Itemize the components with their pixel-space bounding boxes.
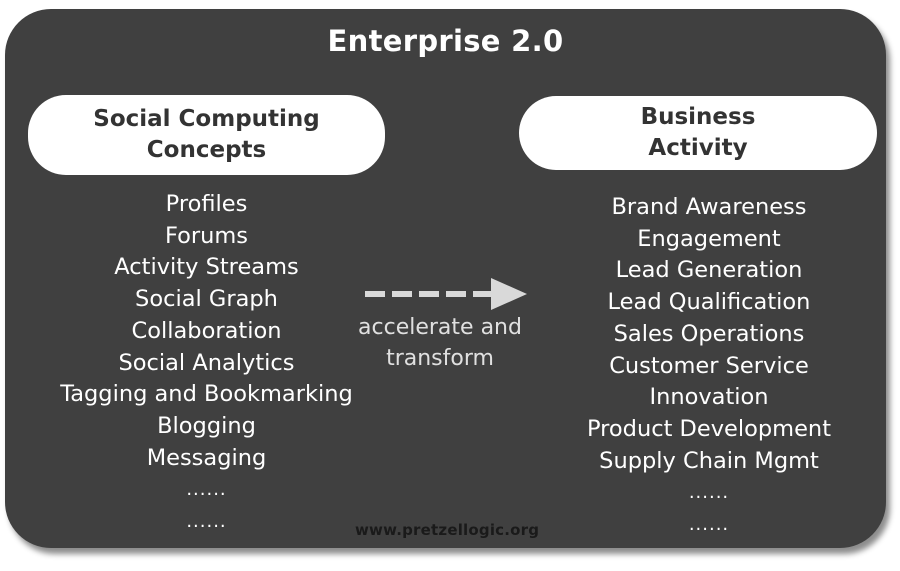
connector-label-line: accelerate and — [358, 315, 522, 340]
heading-line: Concepts — [146, 137, 267, 163]
concept-item: Forums — [164, 222, 249, 249]
activity-item: Supply Chain Mgmt — [599, 447, 819, 474]
social-computing-concepts-list: Profiles Forums Activity Streams Social … — [28, 189, 385, 538]
heading-line: Social Computing — [93, 106, 320, 132]
connector-label: accelerate and transform — [335, 312, 545, 374]
business-activity-list: Brand Awareness Engagement Lead Generati… — [519, 192, 899, 541]
diagram-title: Enterprise 2.0 — [327, 24, 564, 58]
heading-line: Business — [640, 104, 756, 130]
activity-item: Innovation — [649, 384, 769, 411]
arrow-dash — [446, 291, 466, 297]
ellipsis-item: ...... — [186, 511, 227, 533]
activity-item: Brand Awareness — [611, 194, 807, 220]
activity-item: Lead Generation — [615, 257, 803, 284]
arrow-dash — [365, 291, 385, 297]
enterprise-panel: Enterprise 2.0 Social Computing Concepts… — [5, 9, 886, 548]
concept-item: Messaging — [146, 444, 267, 471]
activity-item: Product Development — [586, 415, 832, 442]
concept-item: Social Graph — [135, 286, 278, 313]
footer-url: www.pretzellogic.org — [355, 521, 540, 539]
social-computing-concepts-heading: Social Computing Concepts — [28, 95, 385, 175]
concept-item: Social Analytics — [118, 349, 295, 376]
concept-item: Profiles — [165, 191, 248, 217]
dashed-arrow-right-icon — [365, 278, 527, 310]
activity-item: Lead Qualification — [607, 289, 811, 316]
activity-item: Sales Operations — [613, 320, 805, 347]
ellipsis-item: ...... — [688, 514, 730, 536]
arrow-dash — [419, 291, 439, 297]
activity-item: Engagement — [637, 225, 781, 252]
business-activity-heading: Business Activity — [519, 96, 877, 170]
concept-item: Blogging — [157, 412, 256, 439]
concept-item: Collaboration — [131, 317, 282, 344]
connector-label-line: transform — [386, 346, 494, 371]
concept-item: Tagging and Bookmarking — [60, 381, 353, 408]
activity-item: Customer Service — [609, 352, 809, 379]
arrow-dash — [473, 291, 491, 297]
arrow-dash — [392, 291, 412, 297]
ellipsis-item: ...... — [186, 479, 227, 501]
ellipsis-item: ...... — [688, 482, 730, 504]
concept-item: Activity Streams — [114, 254, 299, 281]
arrow-head — [491, 278, 527, 310]
heading-line: Activity — [648, 135, 748, 161]
